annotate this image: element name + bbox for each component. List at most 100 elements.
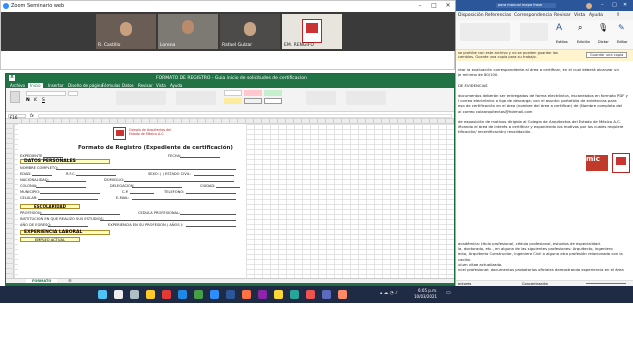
celular-field[interactable]: [38, 199, 98, 200]
close-button[interactable]: ✕: [441, 2, 455, 11]
edge-icon[interactable]: [178, 290, 187, 299]
email-field[interactable]: [132, 199, 236, 200]
app-icon[interactable]: [290, 290, 299, 299]
number-group[interactable]: [176, 91, 216, 105]
tab-inicio[interactable]: Inicio: [28, 82, 43, 88]
style-bad[interactable]: [244, 90, 262, 96]
tab-correspondencia[interactable]: Correspondencia: [514, 13, 552, 18]
nacionalidad-field[interactable]: [46, 181, 86, 182]
tab-revisar[interactable]: Revisar: [138, 83, 153, 88]
styles-icon[interactable]: A: [556, 23, 570, 35]
tab-vista[interactable]: Vista: [574, 13, 585, 18]
tab-formulas[interactable]: Fórmulas: [102, 83, 120, 88]
municipio-field[interactable]: [40, 193, 100, 194]
fecha-field[interactable]: [180, 157, 220, 158]
document-page[interactable]: ntar la evaluación correspondiente al ár…: [456, 61, 633, 280]
font-name-select[interactable]: [26, 91, 66, 96]
app-icon[interactable]: [306, 290, 315, 299]
app-icon[interactable]: [338, 290, 347, 299]
microphone-icon[interactable]: 🎙: [598, 23, 610, 35]
nombre-field[interactable]: [56, 169, 236, 170]
powerpoint-icon[interactable]: [242, 290, 251, 299]
editor-icon[interactable]: ✎: [618, 23, 630, 35]
anio-egreso-field[interactable]: [48, 226, 88, 227]
domicilio-field[interactable]: [124, 181, 234, 182]
word-taskbar-icon[interactable]: [226, 290, 235, 299]
logo-building-icon: [616, 157, 626, 165]
participant-tile[interactable]: EM. RENGIFO: [282, 14, 342, 49]
expediente-field[interactable]: [43, 157, 63, 158]
dictate-label: Dictar: [598, 40, 609, 44]
maximize-button[interactable]: □: [427, 2, 441, 11]
app-icon[interactable]: [322, 290, 331, 299]
tab-ayuda[interactable]: Ayuda: [589, 13, 603, 18]
close-button[interactable]: ✕: [623, 2, 627, 8]
name-box[interactable]: F16: [8, 113, 26, 120]
clock-date[interactable]: 10/03/2021: [414, 294, 437, 299]
cells-group[interactable]: [306, 91, 336, 105]
italic-button[interactable]: K: [34, 98, 40, 103]
style-good[interactable]: [264, 90, 282, 96]
participant-tile[interactable]: Rafael Gulzar: [220, 14, 280, 49]
paragraph-group[interactable]: [460, 23, 510, 41]
delegacion-field[interactable]: [132, 187, 182, 188]
zoom-taskbar-icon[interactable]: [210, 290, 219, 299]
paste-icon[interactable]: [10, 91, 20, 103]
app-icon[interactable]: [258, 290, 267, 299]
tab-disposicion[interactable]: Disposición: [458, 13, 484, 18]
focus-mode-button[interactable]: Concentración: [522, 282, 548, 286]
tab-referencias[interactable]: Referencias: [485, 13, 511, 18]
clock-time[interactable]: 6:05 p.m.: [418, 288, 437, 293]
tab-revisar[interactable]: Revisar: [554, 13, 571, 18]
participant-tile[interactable]: Lorena: [158, 14, 218, 49]
word-search-box[interactable]: para manual mapa frase: [496, 3, 556, 8]
minimize-button[interactable]: –: [601, 2, 604, 8]
tray-icons[interactable]: ▴ ☁ ◔ ♪: [380, 291, 410, 298]
colonia-field[interactable]: [36, 187, 86, 188]
share-icon[interactable]: ⇪: [616, 12, 620, 18]
font-size-select[interactable]: [68, 91, 78, 96]
maximize-button[interactable]: □: [612, 2, 617, 8]
style-calc[interactable]: [244, 98, 262, 104]
estado-civil-field[interactable]: [194, 175, 234, 176]
notification-icon[interactable]: ▭: [446, 290, 452, 298]
underline-button[interactable]: S: [42, 98, 48, 103]
cedula-field[interactable]: [180, 214, 236, 215]
rfc-field[interactable]: [76, 175, 116, 176]
save-copy-button[interactable]: Guardar una copia: [586, 52, 628, 58]
app-icon[interactable]: [274, 290, 283, 299]
row-header-cell[interactable]: [6, 269, 14, 274]
search-icon[interactable]: ⌕: [578, 23, 590, 35]
cp-field[interactable]: [130, 193, 154, 194]
tab-archivo[interactable]: Archivo: [10, 83, 25, 88]
style-check[interactable]: [264, 98, 282, 104]
formula-input[interactable]: [38, 113, 452, 118]
alignment-group[interactable]: [116, 91, 166, 105]
editing-group[interactable]: [346, 91, 386, 105]
user-avatar[interactable]: [586, 3, 592, 9]
tab-insertar[interactable]: Insertar: [48, 83, 64, 88]
tab-datos[interactable]: Datos: [122, 83, 134, 88]
profesion-field[interactable]: [40, 214, 120, 215]
edad-field[interactable]: [32, 175, 52, 176]
zoom-slider[interactable]: [586, 283, 626, 284]
tab-vista[interactable]: Vista: [156, 83, 166, 88]
institucion-field[interactable]: [100, 220, 236, 221]
task-view-icon[interactable]: [130, 290, 139, 299]
tab-ayuda[interactable]: Ayuda: [170, 83, 182, 88]
search-icon[interactable]: [114, 290, 123, 299]
tab-diseno[interactable]: Diseño de página: [68, 83, 103, 88]
font-group[interactable]: [520, 23, 548, 41]
participant-tile[interactable]: R. Castillo: [96, 14, 156, 49]
experiencia-field[interactable]: [186, 226, 236, 227]
file-explorer-icon[interactable]: [146, 290, 155, 299]
bold-button[interactable]: N: [26, 98, 32, 103]
chrome-icon[interactable]: [162, 290, 171, 299]
minimize-button[interactable]: –: [413, 2, 427, 11]
start-button[interactable]: [98, 290, 107, 299]
excel-taskbar-icon[interactable]: [194, 290, 203, 299]
style-neutral[interactable]: [224, 98, 242, 104]
telefono-field[interactable]: [186, 193, 236, 194]
style-normal[interactable]: [224, 90, 242, 96]
ciudad-field[interactable]: [216, 187, 240, 188]
